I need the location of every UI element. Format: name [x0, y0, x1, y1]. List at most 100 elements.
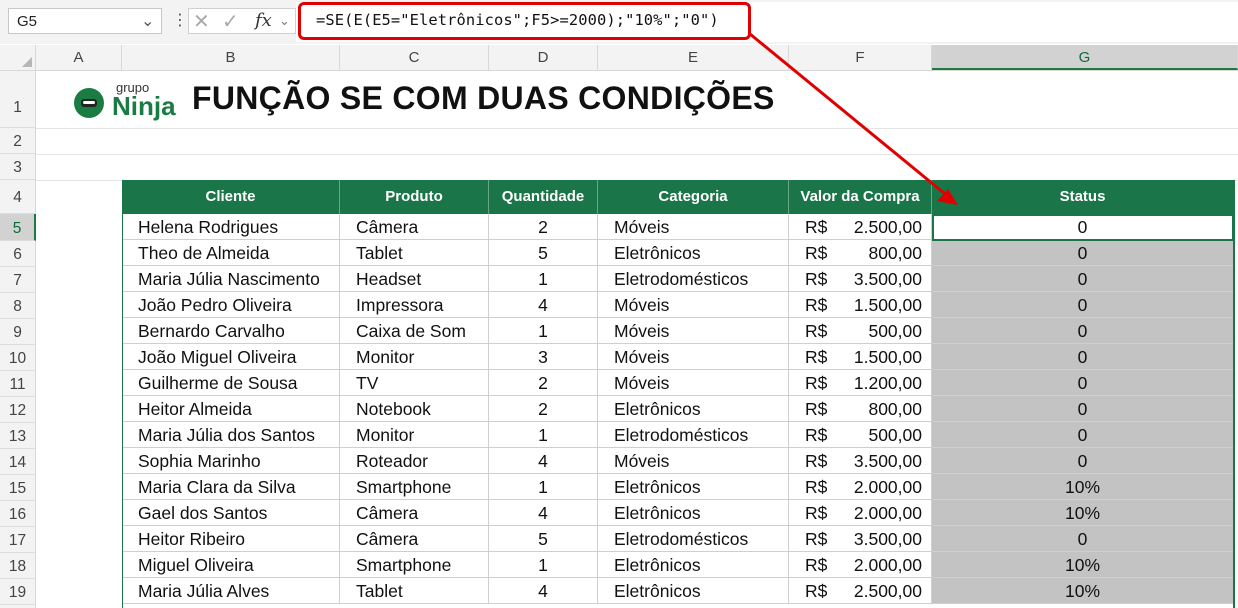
cell-categoria[interactable]: Móveis [598, 370, 789, 396]
row-header-17[interactable]: 17 [0, 527, 35, 553]
column-header-e[interactable]: E [598, 45, 789, 70]
cell-categoria[interactable]: Móveis [598, 448, 789, 474]
cell-valor[interactable]: R$ 2.000,00 [789, 500, 932, 526]
cell-categoria[interactable]: Eletrônicos [598, 396, 789, 422]
cell-valor[interactable]: R$ 2.000,00 [789, 474, 932, 500]
cell-categoria[interactable]: Eletrônicos [598, 552, 789, 578]
cell-produto[interactable]: Monitor [340, 422, 489, 448]
cell-qtd[interactable]: 1 [489, 474, 598, 500]
cell-valor[interactable]: R$ 800,00 [789, 396, 932, 422]
table-header-6[interactable]: Status [932, 180, 1234, 214]
cell-status[interactable]: 10% [932, 474, 1234, 500]
cell-valor[interactable]: R$ 1.500,00 [789, 344, 932, 370]
cell-categoria[interactable]: Eletrônicos [598, 240, 789, 266]
cell-categoria[interactable]: Eletrônicos [598, 500, 789, 526]
cell-produto[interactable]: Tablet [340, 578, 489, 604]
row-header-3[interactable]: 3 [0, 154, 35, 180]
cell-produto[interactable]: Câmera [340, 214, 489, 240]
row-header-5[interactable]: 5 [0, 214, 36, 241]
column-header-b[interactable]: B [122, 45, 340, 70]
cell-valor[interactable]: R$ 3.500,00 [789, 448, 932, 474]
cell-status[interactable]: 0 [932, 240, 1234, 266]
row-header-7[interactable]: 7 [0, 267, 35, 293]
cell-categoria[interactable]: Móveis [598, 292, 789, 318]
cell-produto[interactable]: Tablet [340, 240, 489, 266]
cell-cliente[interactable]: Miguel Oliveira [122, 552, 340, 578]
cancel-icon[interactable]: ✕ [193, 9, 210, 34]
cell-status[interactable]: 0 [932, 266, 1234, 292]
cell-cliente[interactable]: Helena Rodrigues [122, 214, 340, 240]
cell-qtd[interactable]: 1 [489, 318, 598, 344]
cell-status[interactable]: 0 [932, 370, 1234, 396]
row-header-6[interactable]: 6 [0, 241, 35, 267]
row-header-15[interactable]: 15 [0, 475, 35, 501]
column-header-a[interactable]: A [36, 45, 122, 70]
active-cell-g5[interactable] [932, 214, 1234, 241]
cell-cliente[interactable]: Theo de Almeida [122, 240, 340, 266]
select-all-corner[interactable] [0, 45, 36, 70]
cell-produto[interactable]: Notebook [340, 396, 489, 422]
cell-categoria[interactable]: Eletrodomésticos [598, 526, 789, 552]
cell-categoria[interactable]: Eletrônicos [598, 474, 789, 500]
cell-qtd[interactable]: 5 [489, 240, 598, 266]
cell-qtd[interactable]: 4 [489, 292, 598, 318]
cell-valor[interactable]: R$ 2.000,00 [789, 552, 932, 578]
row-header-16[interactable]: 16 [0, 501, 35, 527]
cell-status[interactable]: 10% [932, 552, 1234, 578]
row-header-12[interactable]: 12 [0, 397, 35, 423]
cell-valor[interactable]: R$ 2.500,00 [789, 214, 932, 240]
column-header-f[interactable]: F [789, 45, 932, 70]
cell-valor[interactable]: R$ 3.500,00 [789, 266, 932, 292]
cell-status[interactable]: 0 [932, 344, 1234, 370]
cell-status[interactable]: 0 [932, 396, 1234, 422]
cell-qtd[interactable]: 1 [489, 266, 598, 292]
row-header-9[interactable]: 9 [0, 319, 35, 345]
cell-produto[interactable]: TV [340, 370, 489, 396]
row-header-4[interactable]: 4 [0, 180, 35, 214]
enter-icon[interactable]: ✓ [222, 9, 239, 34]
cell-cliente[interactable]: Heitor Almeida [122, 396, 340, 422]
cell-status[interactable]: 10% [932, 578, 1234, 604]
cell-produto[interactable]: Câmera [340, 500, 489, 526]
chevron-down-icon[interactable]: ⌄ [141, 11, 154, 31]
cell-status[interactable]: 0 [932, 526, 1234, 552]
cell-categoria[interactable]: Eletrodomésticos [598, 422, 789, 448]
cell-status[interactable]: 0 [932, 448, 1234, 474]
cell-valor[interactable]: R$ 500,00 [789, 318, 932, 344]
cell-valor[interactable]: R$ 2.500,00 [789, 578, 932, 604]
table-header-3[interactable]: Quantidade [489, 180, 598, 214]
cell-status[interactable]: 10% [932, 500, 1234, 526]
cell-qtd[interactable]: 4 [489, 500, 598, 526]
table-header-1[interactable]: Cliente [122, 180, 340, 214]
column-header-c[interactable]: C [340, 45, 489, 70]
cell-cliente[interactable]: Gael dos Santos [122, 500, 340, 526]
cell-cliente[interactable]: Bernardo Carvalho [122, 318, 340, 344]
cell-valor[interactable]: R$ 500,00 [789, 422, 932, 448]
column-header-d[interactable]: D [489, 45, 598, 70]
row-header-19[interactable]: 19 [0, 579, 35, 605]
cell-valor[interactable]: R$ 800,00 [789, 240, 932, 266]
cell-categoria[interactable]: Móveis [598, 214, 789, 240]
cell-categoria[interactable]: Móveis [598, 344, 789, 370]
cell-categoria[interactable]: Eletrodomésticos [598, 266, 789, 292]
cell-qtd[interactable]: 1 [489, 552, 598, 578]
cell-produto[interactable]: Câmera [340, 526, 489, 552]
table-header-2[interactable]: Produto [340, 180, 489, 214]
cell-valor[interactable]: R$ 1.500,00 [789, 292, 932, 318]
cell-produto[interactable]: Smartphone [340, 474, 489, 500]
more-options-icon[interactable]: ⋮ [172, 10, 188, 30]
cell-produto[interactable]: Monitor [340, 344, 489, 370]
cell-produto[interactable]: Headset [340, 266, 489, 292]
cell-cliente[interactable]: Maria Júlia Nascimento [122, 266, 340, 292]
cell-cliente[interactable]: Sophia Marinho [122, 448, 340, 474]
cell-produto[interactable]: Roteador [340, 448, 489, 474]
cell-cliente[interactable]: Heitor Ribeiro [122, 526, 340, 552]
cell-valor[interactable]: R$ 3.500,00 [789, 526, 932, 552]
row-header-13[interactable]: 13 [0, 423, 35, 449]
cell-status[interactable]: 0 [932, 318, 1234, 344]
cell-produto[interactable]: Caixa de Som [340, 318, 489, 344]
insert-function-icon[interactable]: fx [255, 10, 272, 31]
row-header-1[interactable]: 1 [0, 71, 35, 128]
cell-cliente[interactable]: Maria Júlia Alves [122, 578, 340, 604]
cell-qtd[interactable]: 4 [489, 578, 598, 604]
